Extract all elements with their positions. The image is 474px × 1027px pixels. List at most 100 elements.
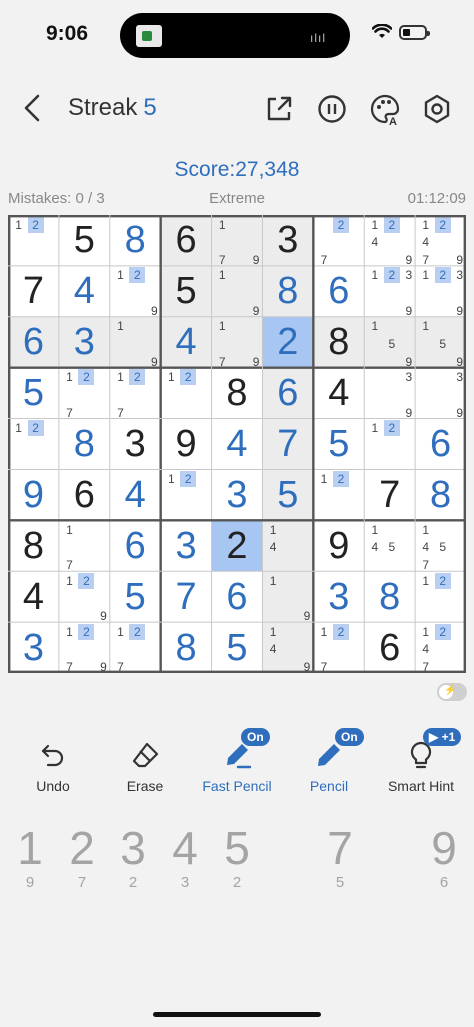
pencil-button[interactable]: On Pencil (281, 728, 377, 798)
board-cell-r7c1[interactable]: 8 (8, 520, 59, 572)
board-cell-r2c8[interactable]: 1239 (364, 265, 416, 318)
board-cell-r6c5[interactable]: 3 (211, 469, 263, 521)
back-icon[interactable] (18, 92, 48, 124)
undo-button[interactable]: Undo (5, 738, 101, 798)
board-cell-r8c4[interactable]: 7 (160, 571, 212, 623)
board-cell-r1c5[interactable]: 179 (211, 215, 263, 267)
board-cell-r4c9[interactable]: 39 (415, 367, 466, 420)
board-cell-r3c3[interactable]: 19 (109, 316, 161, 369)
board-cell-r8c9[interactable]: 12 (415, 571, 466, 623)
number-key-9[interactable]: 96 (418, 822, 470, 892)
board-cell-r6c6[interactable]: 5 (262, 469, 314, 521)
board-cell-r2c2[interactable]: 4 (58, 265, 110, 317)
board-cell-r2c5[interactable]: 19 (211, 265, 263, 318)
board-cell-r3c2[interactable]: 3 (58, 316, 110, 368)
board-cell-r6c8[interactable]: 7 (364, 469, 416, 521)
board-cell-r5c3[interactable]: 3 (109, 418, 161, 470)
board-cell-r8c6[interactable]: 19 (262, 571, 314, 623)
board-cell-r1c8[interactable]: 1249 (364, 215, 416, 267)
board-cell-r4c1[interactable]: 5 (8, 367, 59, 419)
board-cell-r4c2[interactable]: 127 (58, 367, 110, 420)
board-cell-r7c9[interactable]: 1457 (415, 520, 466, 572)
board-cell-r3c4[interactable]: 4 (160, 316, 212, 368)
number-key-3[interactable]: 32 (107, 822, 159, 892)
erase-button[interactable]: Erase (97, 738, 193, 798)
share-icon[interactable] (262, 92, 296, 126)
board-cell-r8c2[interactable]: 129 (58, 571, 110, 623)
board-cell-r7c7[interactable]: 9 (313, 520, 365, 572)
board-cell-r8c1[interactable]: 4 (8, 571, 59, 623)
board-cell-r3c5[interactable]: 179 (211, 316, 263, 369)
board-cell-r5c6[interactable]: 7 (262, 418, 314, 470)
board-cell-r2c7[interactable]: 6 (313, 265, 365, 317)
board-cell-r5c5[interactable]: 4 (211, 418, 263, 470)
board-cell-r5c8[interactable]: 12 (364, 418, 416, 470)
board-cell-r6c1[interactable]: 9 (8, 469, 59, 521)
board-cell-r8c3[interactable]: 5 (109, 571, 161, 623)
board-cell-r7c2[interactable]: 17 (58, 520, 110, 572)
number-key-4[interactable]: 43 (159, 822, 211, 892)
smart-hint-button[interactable]: ▶ +1 Smart Hint (373, 728, 469, 798)
board-cell-r8c5[interactable]: 6 (211, 571, 263, 623)
board-cell-r4c6[interactable]: 6 (262, 367, 314, 419)
pause-icon[interactable] (315, 92, 349, 126)
board-cell-r9c2[interactable]: 1279 (58, 622, 110, 674)
board-cell-r1c2[interactable]: 5 (58, 215, 110, 266)
board-cell-r9c8[interactable]: 6 (364, 622, 416, 673)
board-cell-r7c5[interactable]: 2 (211, 520, 263, 572)
board-cell-r5c4[interactable]: 9 (160, 418, 212, 470)
board-cell-r3c1[interactable]: 6 (8, 316, 59, 368)
board-cell-r7c3[interactable]: 6 (109, 520, 161, 572)
board-cell-r9c1[interactable]: 3 (8, 622, 59, 673)
board-cell-r4c8[interactable]: 39 (364, 367, 416, 420)
board-cell-r1c4[interactable]: 6 (160, 215, 212, 266)
board-cell-r2c4[interactable]: 5 (160, 265, 212, 317)
board-cell-r1c7[interactable]: 27 (313, 215, 365, 267)
board-cell-r4c5[interactable]: 8 (211, 367, 263, 419)
board-cell-r7c6[interactable]: 14 (262, 520, 314, 572)
board-cell-r1c9[interactable]: 12479 (415, 215, 466, 267)
eraser-icon (132, 742, 159, 768)
board-cell-r9c7[interactable]: 12 7 (313, 622, 365, 674)
board-cell-r2c9[interactable]: 1239 (415, 265, 466, 318)
board-cell-r5c9[interactable]: 6 (415, 418, 466, 470)
settings-icon[interactable] (420, 92, 454, 126)
board-cell-r9c3[interactable]: 12 7 (109, 622, 161, 674)
board-cell-r4c4[interactable]: 12 (160, 367, 212, 419)
board-cell-r3c9[interactable]: 159 (415, 316, 466, 369)
board-cell-r9c9[interactable]: 124 7 (415, 622, 466, 674)
board-cell-r6c2[interactable]: 6 (58, 469, 110, 521)
board-cell-r8c8[interactable]: 8 (364, 571, 416, 623)
board-cell-r4c3[interactable]: 127 (109, 367, 161, 420)
theme-palette-icon[interactable]: A (368, 92, 402, 126)
number-key-7[interactable]: 75 (314, 822, 366, 892)
board-cell-r6c9[interactable]: 8 (415, 469, 466, 521)
board-cell-r2c1[interactable]: 7 (8, 265, 59, 317)
number-key-2[interactable]: 27 (56, 822, 108, 892)
board-cell-r1c6[interactable]: 3 (262, 215, 314, 266)
board-cell-r3c8[interactable]: 159 (364, 316, 416, 369)
board-cell-r7c8[interactable]: 1 45 (364, 520, 416, 572)
fast-pencil-button[interactable]: On Fast Pencil (189, 728, 285, 798)
quick-mode-toggle[interactable]: ⚡ (437, 683, 467, 701)
board-cell-r3c6[interactable]: 2 (262, 316, 314, 368)
board-cell-r8c7[interactable]: 3 (313, 571, 365, 623)
board-cell-r2c6[interactable]: 8 (262, 265, 314, 317)
board-cell-r9c6[interactable]: 149 (262, 622, 314, 674)
board-cell-r9c5[interactable]: 5 (211, 622, 263, 673)
board-cell-r2c3[interactable]: 129 (109, 265, 161, 318)
board-cell-r7c4[interactable]: 3 (160, 520, 212, 572)
board-cell-r4c7[interactable]: 4 (313, 367, 365, 419)
board-cell-r6c4[interactable]: 12 (160, 469, 212, 521)
board-cell-r1c1[interactable]: 12 (8, 215, 59, 266)
board-cell-r6c3[interactable]: 4 (109, 469, 161, 521)
number-key-1[interactable]: 19 (4, 822, 56, 892)
board-cell-r1c3[interactable]: 8 (109, 215, 161, 266)
board-cell-r9c4[interactable]: 8 (160, 622, 212, 673)
board-cell-r5c2[interactable]: 8 (58, 418, 110, 470)
board-cell-r5c7[interactable]: 5 (313, 418, 365, 470)
board-cell-r5c1[interactable]: 12 (8, 418, 59, 470)
number-key-5[interactable]: 52 (211, 822, 263, 892)
board-cell-r3c7[interactable]: 8 (313, 316, 365, 368)
board-cell-r6c7[interactable]: 12 (313, 469, 365, 521)
